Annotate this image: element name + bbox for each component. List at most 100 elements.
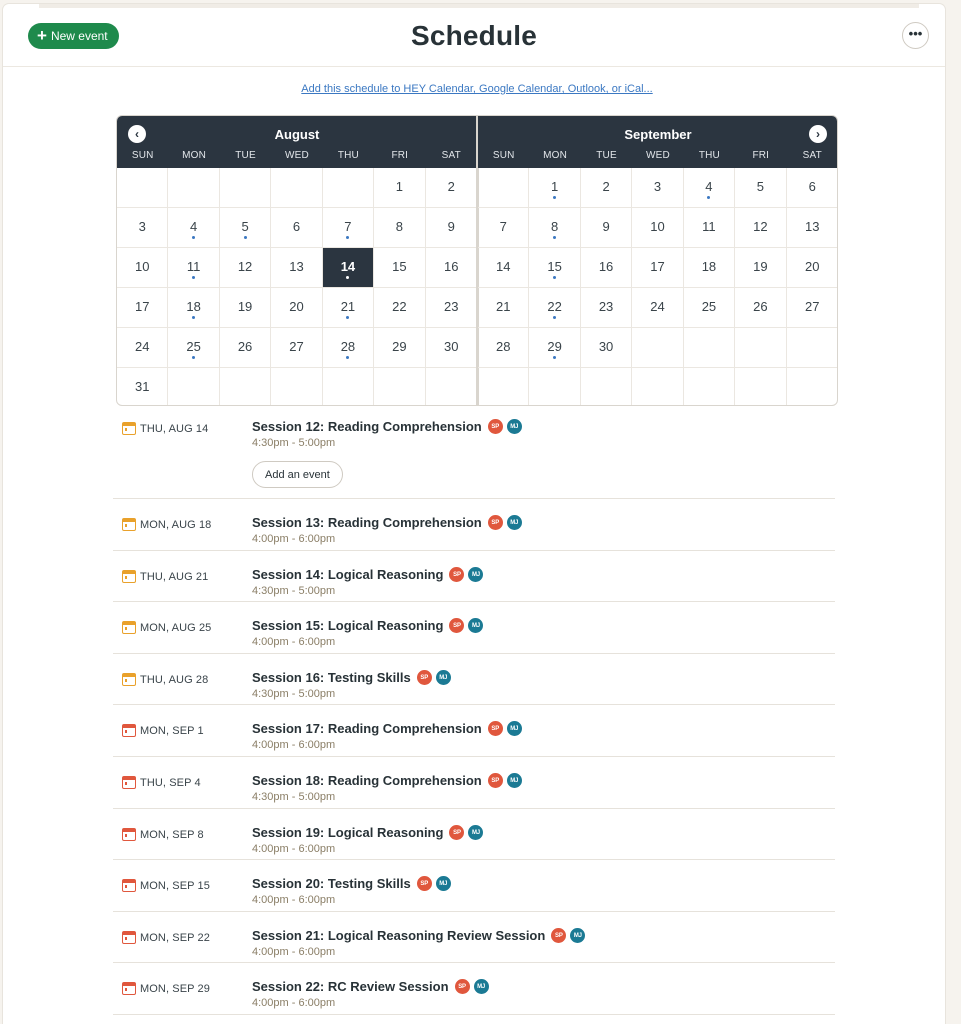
calendar-day[interactable]: 18 — [683, 248, 736, 288]
calendar-day[interactable]: 16 — [425, 248, 477, 288]
calendar-day[interactable]: 18 — [168, 288, 220, 328]
event-title[interactable]: Session 22: RC Review Session — [252, 979, 449, 994]
calendar-day[interactable]: 13 — [271, 248, 323, 288]
calendar-day[interactable]: 29 — [529, 328, 581, 368]
event-title-line: Session 18: Reading Comprehension SP MJ — [252, 773, 522, 788]
calendar-day[interactable]: 27 — [271, 328, 323, 368]
calendar-day[interactable]: 25 — [683, 288, 736, 328]
calendar-day[interactable]: 9 — [425, 208, 477, 248]
avatar: MJ — [468, 618, 484, 633]
event-time: 4:30pm - 5:00pm — [252, 437, 336, 449]
calendar-day[interactable]: 21 — [322, 288, 375, 328]
calendar-icon — [122, 621, 136, 634]
event-title[interactable]: Session 20: Testing Skills — [252, 876, 411, 891]
calendar-day[interactable]: 20 — [271, 288, 323, 328]
calendar-day[interactable]: 23 — [425, 288, 477, 328]
calendar-day[interactable]: 4 — [683, 168, 736, 208]
event-title-line: Session 22: RC Review Session SP MJ — [252, 979, 489, 994]
calendar-day[interactable]: 30 — [425, 328, 477, 368]
calendar-day[interactable]: 9 — [580, 208, 633, 248]
empty-day-cell — [322, 168, 375, 208]
calendar-day[interactable]: 17 — [632, 248, 684, 288]
calendar-day[interactable]: 12 — [735, 208, 787, 248]
calendar-icon — [122, 828, 136, 841]
calendar-day[interactable]: 29 — [374, 328, 426, 368]
calendar-day[interactable]: 5 — [735, 168, 787, 208]
event-title[interactable]: Session 15: Logical Reasoning — [252, 618, 443, 633]
empty-day-cell — [684, 368, 736, 405]
day-number: 31 — [134, 379, 150, 394]
calendar-day[interactable]: 6 — [271, 208, 323, 248]
calendar-day[interactable]: 28 — [478, 328, 530, 368]
calendar-day[interactable]: 27 — [786, 288, 837, 328]
calendar-day[interactable]: 26 — [219, 328, 272, 368]
calendar-day[interactable]: 28 — [322, 328, 375, 368]
calendar-day[interactable]: 16 — [580, 248, 633, 288]
event-title[interactable]: Session 14: Logical Reasoning — [252, 567, 443, 582]
day-number: 18 — [186, 299, 201, 314]
calendar-day[interactable]: 19 — [219, 288, 272, 328]
calendar-day[interactable]: 12 — [219, 248, 272, 288]
calendar-day[interactable]: 2 — [425, 168, 477, 208]
calendar-day[interactable]: 15 — [374, 248, 426, 288]
event-title[interactable]: Session 17: Reading Comprehension — [252, 721, 482, 736]
calendar-day[interactable]: 14 — [478, 248, 530, 288]
event-date-label: MON, SEP 29 — [140, 982, 210, 995]
calendar-day[interactable]: 5 — [219, 208, 272, 248]
calendar-day[interactable]: 22 — [374, 288, 426, 328]
calendar-day[interactable]: 23 — [580, 288, 633, 328]
calendar-day[interactable]: 24 — [117, 328, 169, 368]
calendar-day[interactable]: 30 — [580, 328, 633, 368]
calendar-day[interactable]: 11 — [683, 208, 736, 248]
calendar-day[interactable]: 17 — [117, 288, 169, 328]
day-number: 14 — [340, 259, 356, 274]
avatar: MJ — [435, 670, 451, 685]
calendar-day[interactable]: 22 — [529, 288, 581, 328]
event-row: MON, SEP 8 Session 19: Logical Reasoning S… — [113, 809, 835, 860]
calendar-day[interactable]: 15 — [529, 248, 581, 288]
day-number: 29 — [392, 339, 407, 354]
weekday-row: SUN MON TUE WED THU FRI SAT — [478, 150, 837, 161]
event-title[interactable]: Session 21: Logical Reasoning Review Ses… — [252, 928, 545, 943]
calendar-day[interactable]: 25 — [168, 328, 220, 368]
more-options-button[interactable]: ••• — [902, 22, 929, 49]
calendar-day[interactable]: 8 — [374, 208, 426, 248]
event-title[interactable]: Session 12: Reading Comprehension — [252, 419, 482, 434]
subscribe-calendar-link[interactable]: Add this schedule to HEY Calendar, Googl… — [3, 83, 951, 95]
calendar-day[interactable]: 7 — [322, 208, 375, 248]
calendar-day[interactable]: 10 — [632, 208, 684, 248]
empty-day-cell — [529, 368, 581, 405]
event-title[interactable]: Session 16: Testing Skills — [252, 670, 411, 685]
calendar-day[interactable]: 19 — [735, 248, 787, 288]
calendar-day[interactable]: 2 — [580, 168, 633, 208]
calendar-day[interactable]: 13 — [786, 208, 837, 248]
event-title[interactable]: Session 19: Logical Reasoning — [252, 825, 443, 840]
calendar-day[interactable]: 7 — [478, 208, 530, 248]
calendar-day[interactable]: 3 — [117, 208, 169, 248]
calendar-day[interactable]: 24 — [632, 288, 684, 328]
calendar-day[interactable]: 8 — [529, 208, 581, 248]
calendar-day[interactable]: 21 — [478, 288, 530, 328]
calendar-day[interactable]: 31 — [117, 368, 169, 405]
calendar-day[interactable]: 1 — [529, 168, 581, 208]
calendar-day[interactable]: 20 — [786, 248, 837, 288]
add-event-button[interactable]: Add an event — [252, 461, 343, 488]
event-title[interactable]: Session 13: Reading Comprehension — [252, 515, 482, 530]
event-indicator-dot — [707, 196, 711, 199]
day-number: 7 — [499, 219, 507, 234]
day-number: 2 — [602, 179, 610, 194]
next-month-icon[interactable]: › — [809, 125, 827, 143]
calendar-day[interactable]: 11 — [168, 248, 220, 288]
event-title-line: Session 17: Reading Comprehension SP MJ — [252, 721, 522, 736]
day-number: 20 — [805, 259, 820, 274]
calendar-day[interactable]: 6 — [786, 168, 837, 208]
event-title[interactable]: Session 18: Reading Comprehension — [252, 773, 482, 788]
event-time: 4:00pm - 6:00pm — [252, 946, 336, 958]
calendar-day[interactable]: 10 — [117, 248, 169, 288]
calendar-day[interactable]: 3 — [632, 168, 684, 208]
calendar-day[interactable]: 26 — [735, 288, 787, 328]
event-indicator-dot — [553, 196, 557, 199]
calendar-day[interactable]: 4 — [168, 208, 220, 248]
calendar-day[interactable]: 1 — [374, 168, 426, 208]
calendar-day[interactable]: 14 — [322, 248, 375, 288]
